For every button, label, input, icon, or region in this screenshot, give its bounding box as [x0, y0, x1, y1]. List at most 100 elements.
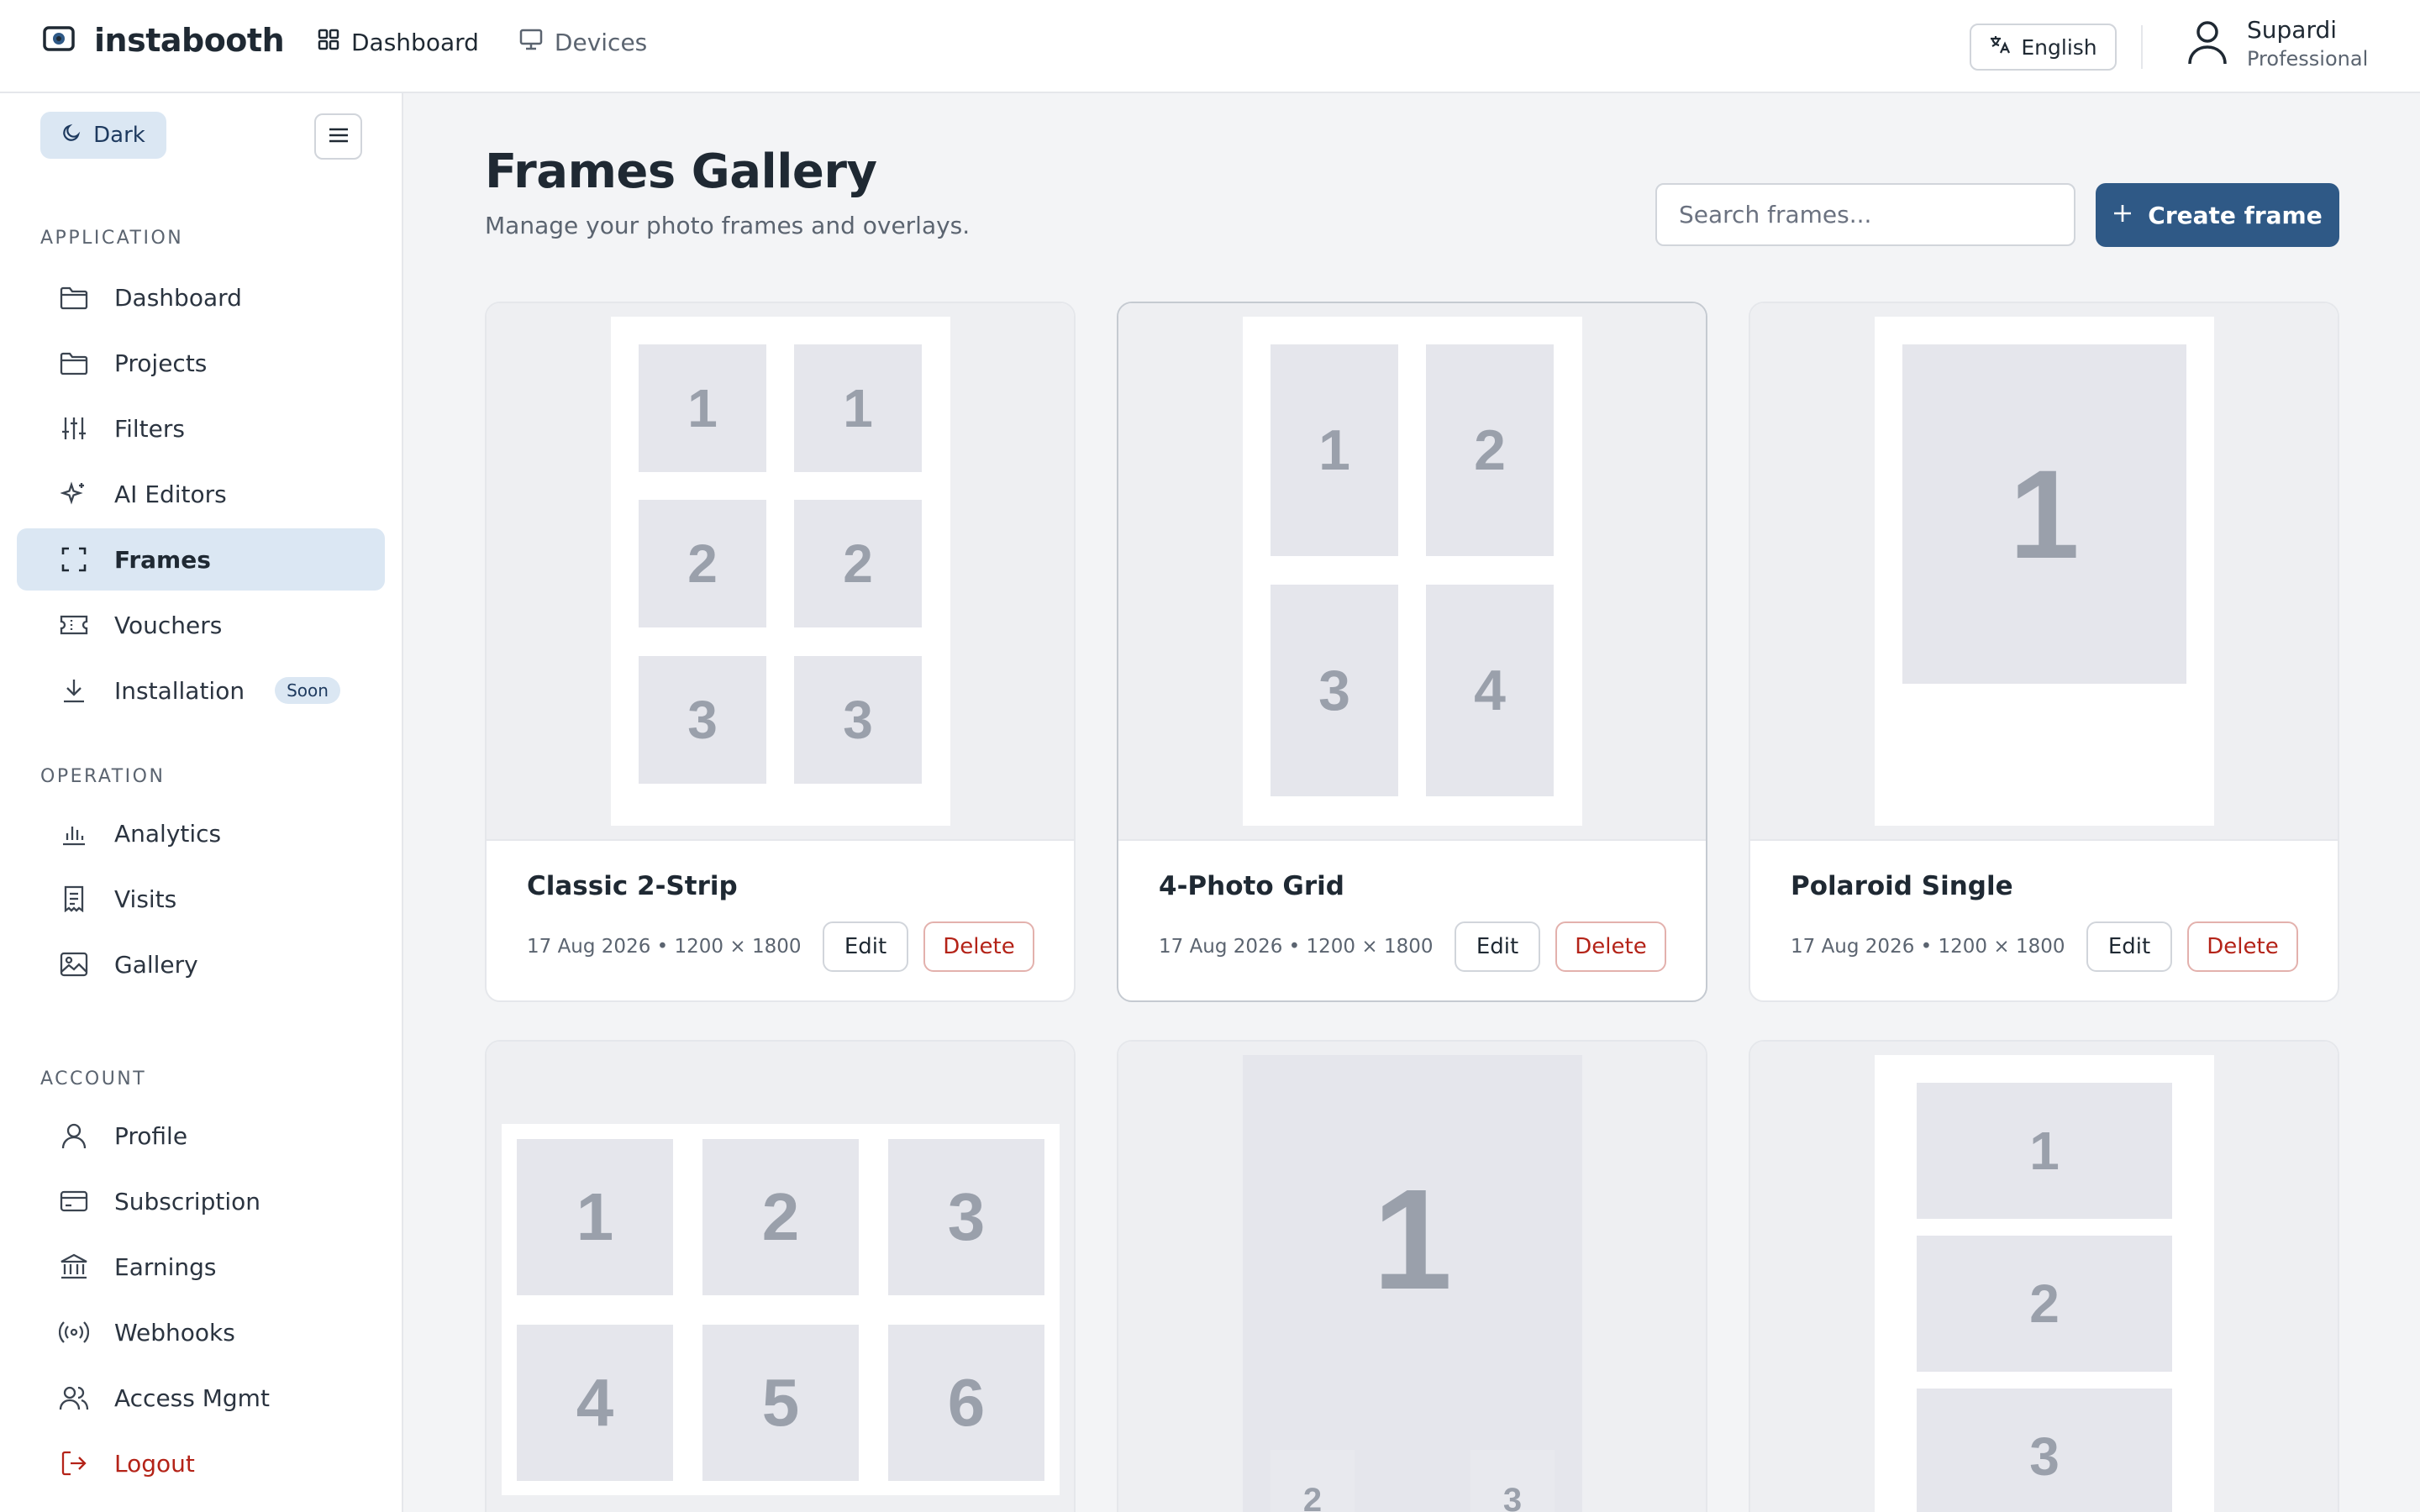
sidebar-item-earnings[interactable]: Earnings [17, 1236, 385, 1298]
top-nav: Dashboard Devices [318, 29, 647, 56]
section-title-application: APPLICATION [40, 228, 184, 249]
sidebar-item-installation[interactable]: Installation Soon [17, 659, 385, 722]
sidebar-item-label: Analytics [114, 819, 222, 848]
moon-icon [61, 123, 82, 149]
user-name: Supardi [2247, 16, 2338, 44]
photo-slot: 3 [1270, 585, 1398, 796]
photo-slot: 2 [1270, 1450, 1355, 1512]
sidebar-item-frames[interactable]: Frames [17, 528, 385, 591]
brand-name: instabooth [94, 22, 285, 59]
edit-button[interactable]: Edit [823, 921, 908, 972]
frame-preview: 1 1 2 2 3 3 [487, 303, 1074, 841]
sidebar-item-analytics[interactable]: Analytics [17, 802, 385, 864]
photo-slot: 4 [517, 1325, 673, 1481]
frame-card[interactable]: 1 2 3 [1749, 1040, 2339, 1512]
sidebar-item-access-mgmt[interactable]: Access Mgmt [17, 1367, 385, 1429]
photo-slot: 3 [639, 656, 766, 784]
language-label: English [2021, 34, 2097, 60]
delete-button[interactable]: Delete [923, 921, 1034, 972]
folder-open-icon [59, 348, 89, 378]
frame-card[interactable]: 1 2 3 4 4-Photo Grid 17 Aug 2026 • 1200 … [1117, 302, 1707, 1002]
sidebar-item-vouchers[interactable]: Vouchers [17, 594, 385, 656]
top-bar: instabooth Dashboard Devices English Sup… [0, 0, 2420, 93]
sidebar-item-subscription[interactable]: Subscription [17, 1170, 385, 1232]
folder-icon [59, 282, 89, 312]
frame-card-body: Classic 2-Strip 17 Aug 2026 • 1200 × 180… [487, 841, 1074, 1000]
theme-label: Dark [93, 123, 145, 148]
frame-paper: 1 2 3 4 [1243, 317, 1582, 826]
camera-logo-icon [42, 24, 76, 57]
delete-button[interactable]: Delete [1555, 921, 1666, 972]
frame-card[interactable]: 1 2 3 4 5 6 [485, 1040, 1076, 1512]
photo-slot: 2 [794, 500, 922, 627]
frame-title: Polaroid Single [1791, 871, 2013, 901]
photo-slot: 5 [702, 1325, 859, 1481]
top-nav-dashboard[interactable]: Dashboard [318, 29, 479, 56]
sidebar-item-logout[interactable]: Logout [17, 1432, 385, 1494]
sidebar-item-label: Vouchers [114, 611, 223, 639]
frame-preview: 1 2 3 4 [1118, 303, 1706, 841]
photo-slot: 3 [1917, 1389, 2172, 1512]
delete-button[interactable]: Delete [2187, 921, 2298, 972]
sidebar-item-label: Access Mgmt [114, 1383, 270, 1412]
sidebar-item-label: Webhooks [114, 1318, 235, 1347]
sidebar-item-projects[interactable]: Projects [17, 332, 385, 394]
sidebar-item-label: Earnings [114, 1252, 217, 1281]
language-button[interactable]: English [1970, 24, 2117, 71]
sidebar-collapse-button[interactable] [314, 113, 362, 160]
photo-slot: 2 [702, 1139, 859, 1295]
edit-button[interactable]: Edit [1455, 921, 1540, 972]
photo-slot: 3 [888, 1139, 1044, 1295]
brand[interactable]: instabooth [42, 22, 285, 59]
frame-card[interactable]: 1 Polaroid Single 17 Aug 2026 • 1200 × 1… [1749, 302, 2339, 1002]
user-menu[interactable]: Supardi Professional [2186, 15, 2368, 72]
broadcast-icon [59, 1317, 89, 1347]
sidebar-item-label: Gallery [114, 950, 198, 979]
frame-meta: 17 Aug 2026 • 1200 × 1800 [527, 936, 802, 958]
frame-paper: 1 2 3 [1243, 1055, 1582, 1512]
photo-slot: 2 [1426, 344, 1554, 556]
theme-toggle[interactable]: Dark [40, 112, 166, 159]
frame-paper: 1 2 3 4 5 6 [502, 1124, 1060, 1495]
frame-icon [59, 544, 89, 575]
sidebar-item-visits[interactable]: Visits [17, 868, 385, 930]
sidebar-item-profile[interactable]: Profile [17, 1105, 385, 1167]
frame-paper: 1 2 3 [1875, 1055, 2214, 1512]
sidebar-item-label: Logout [114, 1449, 195, 1478]
photo-slot: 2 [1917, 1236, 2172, 1372]
plus-icon [2112, 202, 2133, 229]
frame-card[interactable]: 1 2 3 [1117, 1040, 1707, 1512]
sidebar-item-label: Frames [114, 545, 211, 574]
page-subtitle: Manage your photo frames and overlays. [485, 212, 971, 239]
sidebar-item-label: Filters [114, 414, 185, 443]
create-frame-button[interactable]: Create frame [2096, 183, 2339, 247]
page-title: Frames Gallery [485, 144, 877, 199]
sidebar-item-ai-editors[interactable]: AI Editors [17, 463, 385, 525]
credit-card-icon [59, 1186, 89, 1216]
frame-title: 4-Photo Grid [1159, 871, 1344, 901]
bank-icon [59, 1252, 89, 1282]
grid-icon [318, 29, 339, 56]
top-nav-devices[interactable]: Devices [519, 29, 647, 56]
user-info: Supardi Professional [2247, 15, 2368, 72]
search-input[interactable] [1655, 183, 2075, 246]
frame-card[interactable]: 1 1 2 2 3 3 Classic 2-Strip 17 Aug 2026 … [485, 302, 1076, 1002]
edit-button[interactable]: Edit [2086, 921, 2172, 972]
sliders-icon [59, 413, 89, 444]
frame-preview: 1 2 3 4 5 6 [487, 1042, 1074, 1512]
photo-slot: 1 [794, 344, 922, 472]
sidebar-item-label: AI Editors [114, 480, 227, 508]
sidebar-item-dashboard[interactable]: Dashboard [17, 266, 385, 328]
photo-slot: 1 [1270, 344, 1398, 556]
sidebar-item-label: Subscription [114, 1187, 260, 1215]
photo-slot: 1 [1243, 1055, 1582, 1425]
photo-slot: 3 [1470, 1450, 1555, 1512]
sidebar-item-webhooks[interactable]: Webhooks [17, 1301, 385, 1363]
user-icon [2186, 18, 2228, 69]
top-nav-dashboard-label: Dashboard [351, 29, 479, 56]
user-icon [59, 1121, 89, 1151]
sidebar-item-gallery[interactable]: Gallery [17, 933, 385, 995]
soon-badge: Soon [275, 677, 340, 704]
sidebar-item-filters[interactable]: Filters [17, 397, 385, 459]
hamburger-icon [329, 127, 349, 147]
